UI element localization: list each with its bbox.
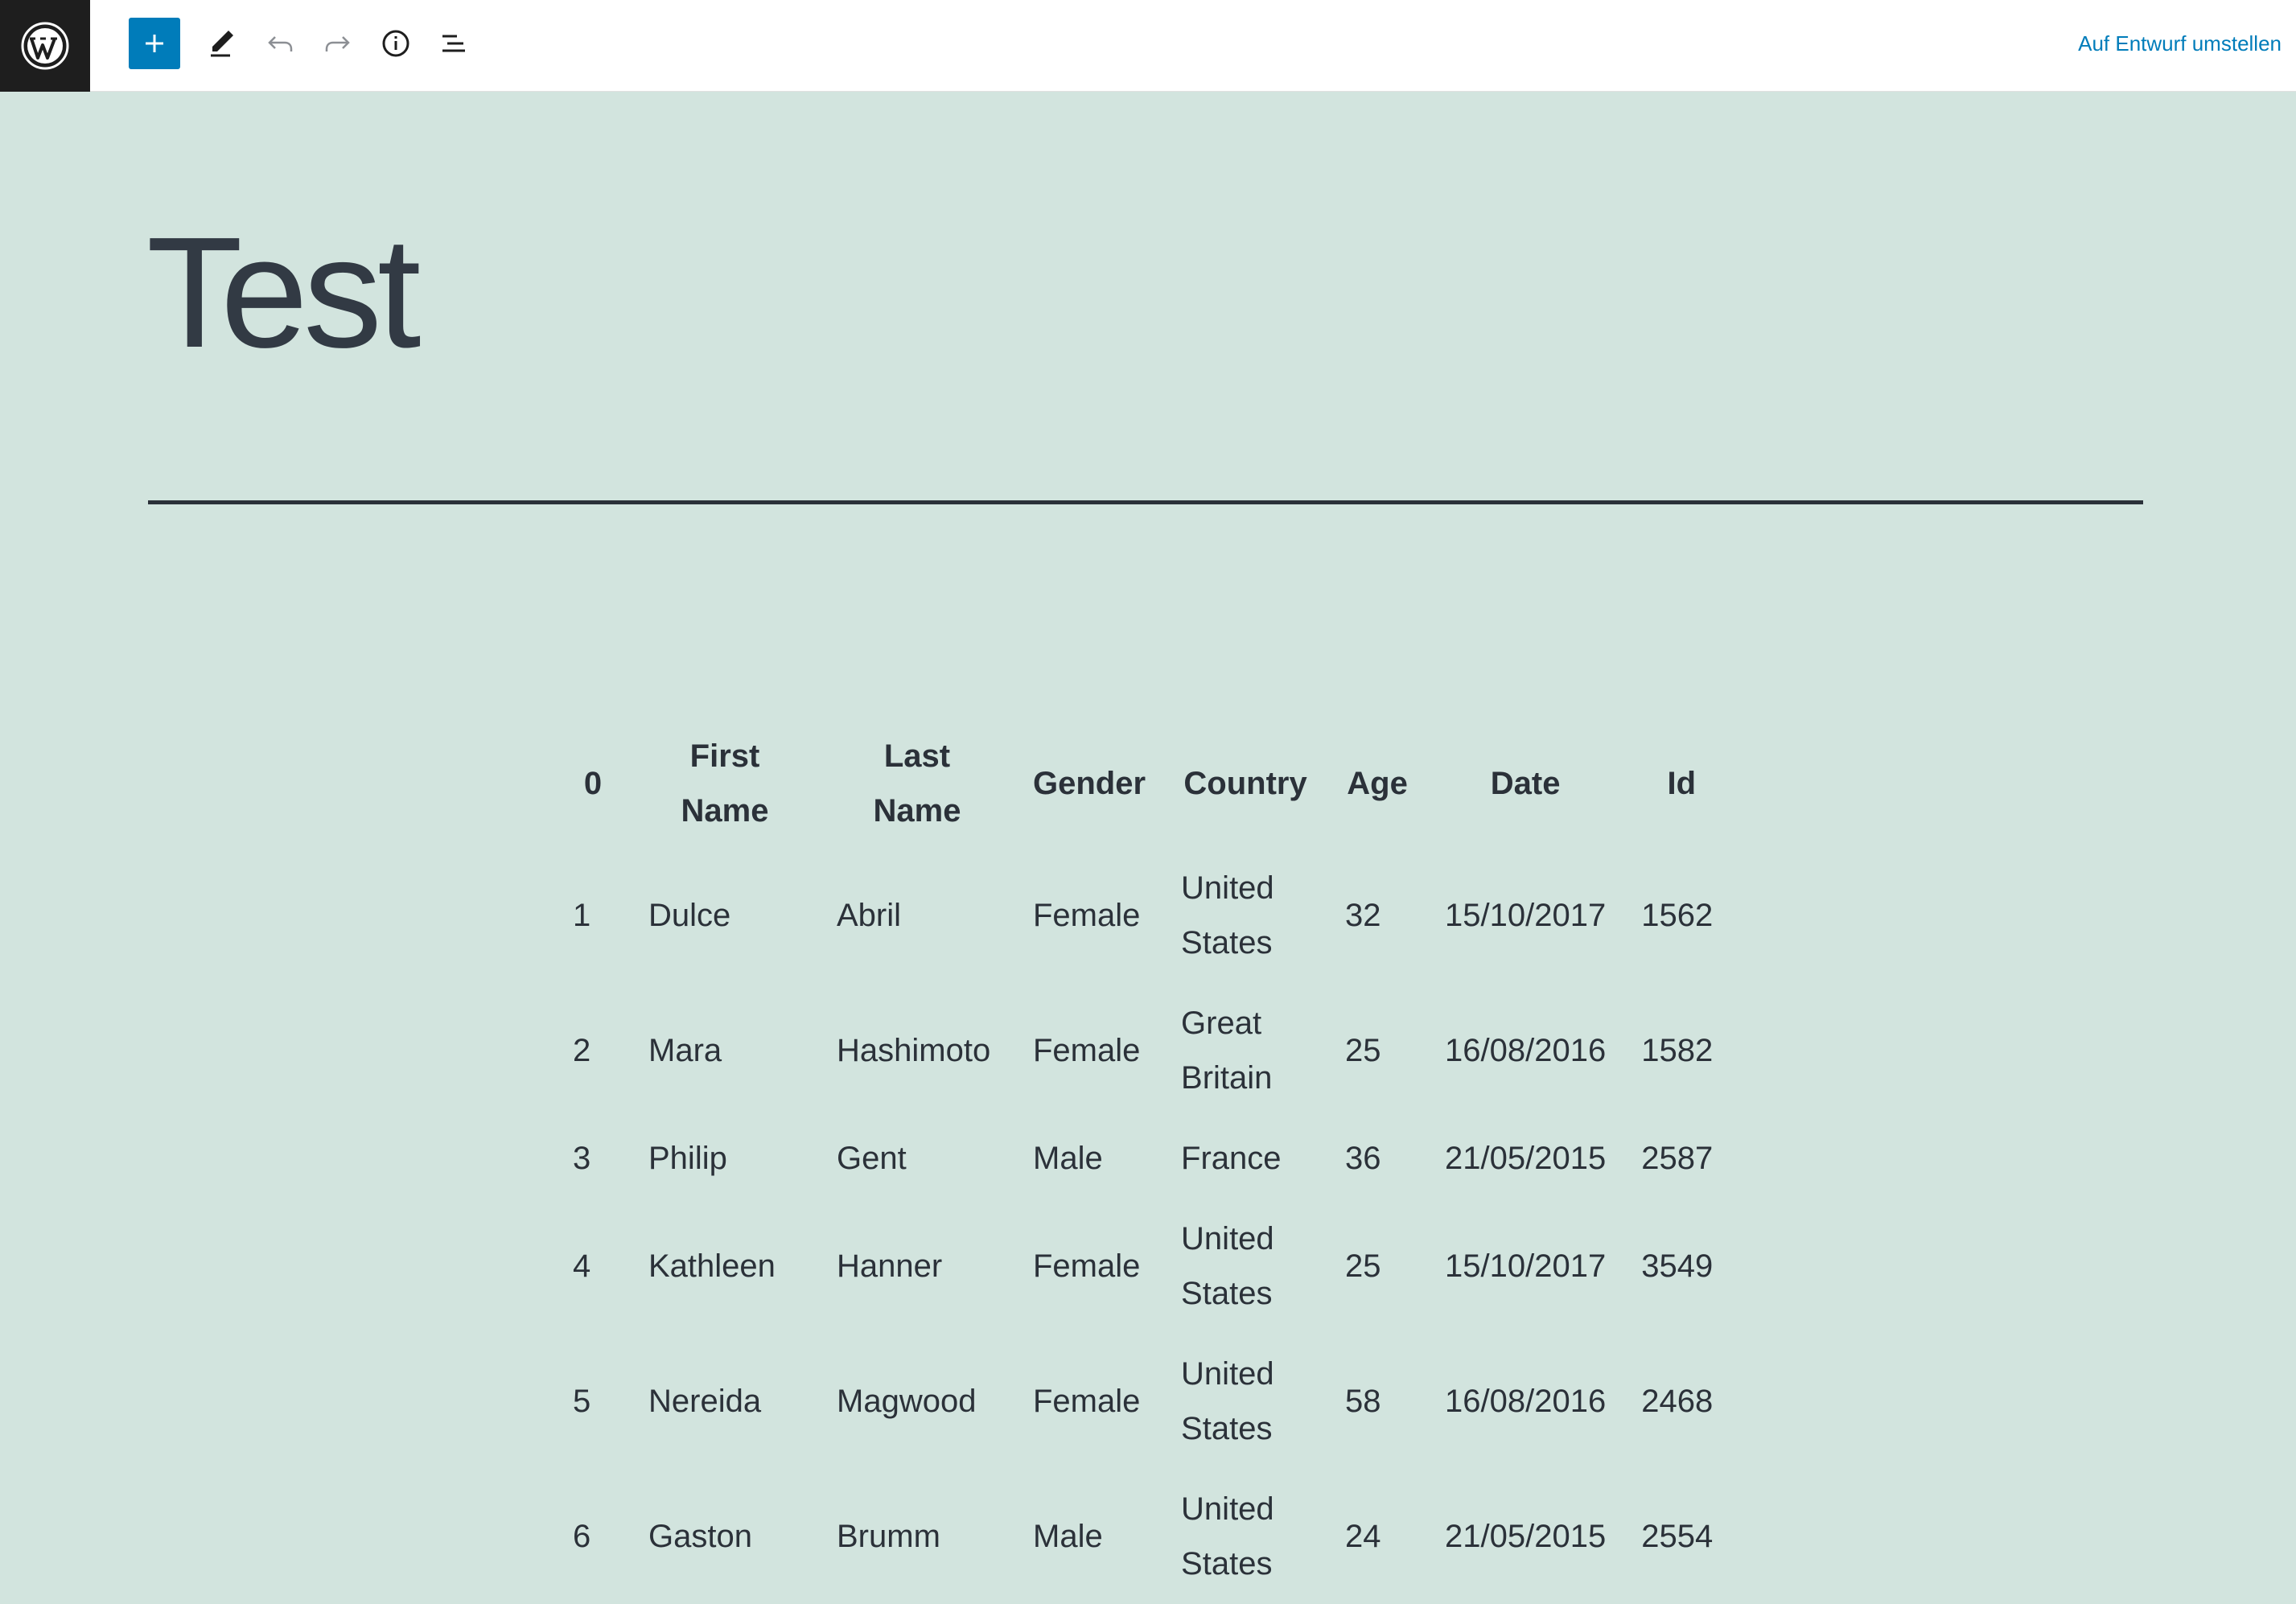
table-cell: Abril xyxy=(837,898,902,933)
table-cell: 21/05/2015 xyxy=(1445,1141,1607,1176)
table-cell: Philip xyxy=(648,1141,727,1176)
table-cell: United States xyxy=(1181,870,1274,960)
table-header-cell: Last Name xyxy=(873,738,961,829)
table-cell: 1562 xyxy=(1641,898,1714,933)
table-cell: 2468 xyxy=(1641,1384,1714,1419)
table-cell: Great Britain xyxy=(1181,1006,1273,1096)
table-row: 5 Nereida Magwood Female United States 5… xyxy=(555,1334,1739,1469)
table-cell: Gaston xyxy=(648,1519,752,1554)
table-cell: United States xyxy=(1181,1356,1274,1446)
table-cell: Gent xyxy=(837,1141,907,1176)
table-cell: 24 xyxy=(1345,1519,1381,1554)
list-view-button[interactable] xyxy=(428,18,479,69)
post-title[interactable]: Test xyxy=(146,212,421,373)
pencil-icon xyxy=(211,31,233,57)
table-cell: 25 xyxy=(1345,1248,1381,1284)
table-cell: 2 xyxy=(573,1033,591,1068)
table-header-cell: Country xyxy=(1183,766,1307,801)
table-cell: 1582 xyxy=(1641,1033,1714,1068)
table-cell: 4 xyxy=(573,1248,591,1284)
plus-icon xyxy=(146,35,163,52)
table-cell: Female xyxy=(1033,1384,1141,1419)
table-cell: 3 xyxy=(573,1141,591,1176)
info-icon xyxy=(382,30,409,57)
table-cell: Brumm xyxy=(837,1519,940,1554)
table-header-cell: Date xyxy=(1490,766,1561,801)
table-row: 3 Philip Gent Male France 36 21/05/2015 … xyxy=(555,1118,1739,1199)
editor-toolbar: Auf Entwurf umstellen xyxy=(0,0,2296,92)
table-header-cell: First Name xyxy=(681,738,769,829)
table-cell: 15/10/2017 xyxy=(1445,898,1607,933)
table-cell: 16/08/2016 xyxy=(1445,1384,1607,1419)
table-header-cell: 0 xyxy=(583,766,603,801)
table-cell: Hanner xyxy=(837,1248,943,1284)
data-table[interactable]: 0 First Name Last Name Gender Country Ag… xyxy=(555,719,1739,1604)
table-cell: 2554 xyxy=(1641,1519,1714,1554)
table-cell: 3549 xyxy=(1641,1248,1714,1284)
table-header-cell: Gender xyxy=(1033,766,1146,801)
table-header-cell: Id xyxy=(1667,766,1697,801)
table-row: 1 Dulce Abril Female United States 32 15… xyxy=(555,848,1739,983)
table-cell: 6 xyxy=(573,1519,591,1554)
details-button[interactable] xyxy=(370,18,422,69)
redo-button[interactable] xyxy=(312,18,364,69)
table-cell: 15/10/2017 xyxy=(1445,1248,1607,1284)
table-cell: Female xyxy=(1033,1248,1141,1284)
table-cell: Female xyxy=(1033,898,1141,933)
table-header-row: 0 First Name Last Name Gender Country Ag… xyxy=(555,719,1739,848)
table-cell: Hashimoto xyxy=(837,1033,991,1068)
table-row: 4 Kathleen Hanner Female United States 2… xyxy=(555,1199,1739,1334)
table-cell: Kathleen xyxy=(648,1248,776,1284)
table-cell: France xyxy=(1181,1141,1282,1176)
table-cell: 16/08/2016 xyxy=(1445,1033,1607,1068)
separator-block[interactable] xyxy=(148,500,2143,504)
table-row: 6 Gaston Brumm Male United States 24 21/… xyxy=(555,1469,1739,1604)
list-view-icon xyxy=(442,35,465,52)
table-cell: Nereida xyxy=(648,1384,762,1419)
table-cell: Magwood xyxy=(837,1384,977,1419)
table-cell: 25 xyxy=(1345,1033,1381,1068)
edit-mode-button[interactable] xyxy=(196,18,248,69)
wordpress-icon[interactable] xyxy=(0,0,90,92)
switch-to-draft-button[interactable]: Auf Entwurf umstellen xyxy=(2078,29,2282,58)
add-block-button[interactable] xyxy=(129,18,180,69)
table-cell: Mara xyxy=(648,1033,722,1068)
table-cell: Male xyxy=(1033,1519,1103,1554)
table-cell: 36 xyxy=(1345,1141,1381,1176)
table-row: 2 Mara Hashimoto Female Great Britain 25… xyxy=(555,983,1739,1118)
table-cell: 32 xyxy=(1345,898,1381,933)
table-cell: United States xyxy=(1181,1221,1274,1311)
table-cell: 1 xyxy=(573,898,591,933)
table-header-cell: Age xyxy=(1347,766,1408,801)
editor-canvas: Test 0 First Name Last Name Gender Count… xyxy=(0,92,2296,1581)
undo-icon xyxy=(268,36,293,51)
table-cell: 58 xyxy=(1345,1384,1381,1419)
table-cell: Dulce xyxy=(648,898,731,933)
undo-button[interactable] xyxy=(254,18,306,69)
table-cell: Female xyxy=(1033,1033,1141,1068)
table-cell: 5 xyxy=(573,1384,591,1419)
table-cell: United States xyxy=(1181,1491,1274,1581)
table-cell: 2587 xyxy=(1641,1141,1714,1176)
table-cell: 21/05/2015 xyxy=(1445,1519,1607,1554)
redo-icon xyxy=(325,36,350,51)
table-cell: Male xyxy=(1033,1141,1103,1176)
